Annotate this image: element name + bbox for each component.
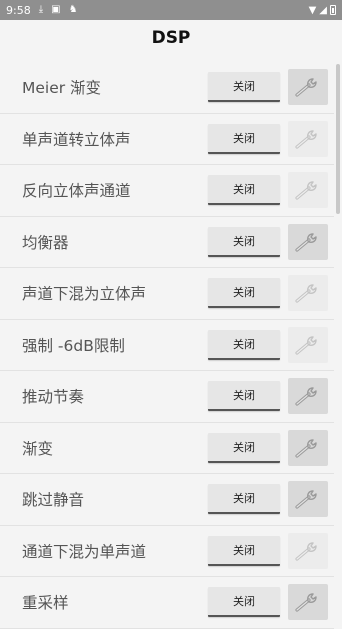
settings-button[interactable] [288,223,328,260]
battery-icon [330,5,336,15]
dsp-item-row: 声道下混为立体声 关闭 [0,268,334,320]
signal-icon: ◢ [319,4,327,16]
wrench-icon [295,490,317,509]
dsp-item-row: 单声道转立体声 关闭 [0,114,334,165]
settings-button [288,275,328,312]
toggle-off-button[interactable]: 关闭 [208,329,280,360]
dsp-item-label: 强制 -6dB限制 [22,336,125,355]
toggle-off-button[interactable]: 关闭 [208,226,280,257]
wrench-icon [295,233,317,252]
dsp-item-label: 重采样 [22,594,69,613]
settings-button[interactable] [288,378,328,415]
dsp-item-label: 渐变 [22,439,54,458]
scrollbar[interactable] [336,64,340,214]
download-icon: ⤓ [38,4,44,15]
toggle-off-button[interactable]: 关闭 [208,72,280,103]
wrench-icon [295,130,317,149]
toggle-off-button[interactable]: 关闭 [208,535,280,566]
notification-icon: ▣ [51,4,61,15]
dsp-item-label: 推动节奏 [22,388,85,407]
settings-button[interactable] [288,481,328,518]
wrench-icon [295,181,317,200]
dsp-item-row: 通道下混为单声道 关闭 [0,526,334,577]
dsp-list: Meier 渐变 关闭 单声道转立体声 关闭 反向立体声通道 关闭 均衡器 关闭 声道下… [0,62,334,629]
wrench-icon [295,78,317,97]
wrench-icon [295,439,317,458]
dsp-item-label: Meier 渐变 [22,79,102,98]
toggle-off-button[interactable]: 关闭 [208,381,280,412]
toggle-off-button[interactable]: 关闭 [208,278,280,309]
settings-button[interactable] [288,429,328,466]
dsp-item-row: Meier 渐变 关闭 [0,62,334,114]
dsp-item-row: 重采样 关闭 [0,577,334,629]
wrench-icon [295,336,317,355]
dsp-item-row: 跳过静音 关闭 [0,474,334,526]
settings-button [288,532,328,569]
toggle-off-button[interactable]: 关闭 [208,175,280,206]
dsp-item-label: 跳过静音 [22,491,85,510]
dsp-item-row: 强制 -6dB限制 关闭 [0,320,334,371]
page-title: DSP [151,28,191,48]
wrench-icon [295,542,317,561]
settings-button [288,326,328,363]
status-time: 9:58 [6,3,31,17]
status-bar: 9:58 ⤓ ▣ ♞ ▼ ◢ [0,0,342,20]
dsp-item-row: 均衡器 关闭 [0,217,334,268]
dsp-item-label: 反向立体声通道 [22,182,131,201]
settings-button[interactable] [288,584,328,621]
wifi-icon: ▼ [308,4,317,16]
dsp-item-label: 单声道转立体声 [22,130,131,149]
toggle-off-button[interactable]: 关闭 [208,123,280,154]
dsp-item-label: 均衡器 [22,233,69,252]
dsp-item-row: 推动节奏 关闭 [0,371,334,423]
toggle-off-button[interactable]: 关闭 [208,484,280,515]
settings-button [288,120,328,157]
dsp-item-label: 声道下混为立体声 [22,285,147,304]
wrench-icon [295,387,317,406]
wrench-icon [295,284,317,303]
toggle-off-button[interactable]: 关闭 [208,587,280,618]
dsp-item-row: 反向立体声通道 关闭 [0,165,334,217]
dsp-item-label: 通道下混为单声道 [22,542,147,561]
wrench-icon [295,593,317,612]
app-icon: ♞ [68,4,78,15]
dsp-item-row: 渐变 关闭 [0,423,334,474]
settings-button [288,172,328,209]
toggle-off-button[interactable]: 关闭 [208,432,280,463]
settings-button[interactable] [288,69,328,106]
